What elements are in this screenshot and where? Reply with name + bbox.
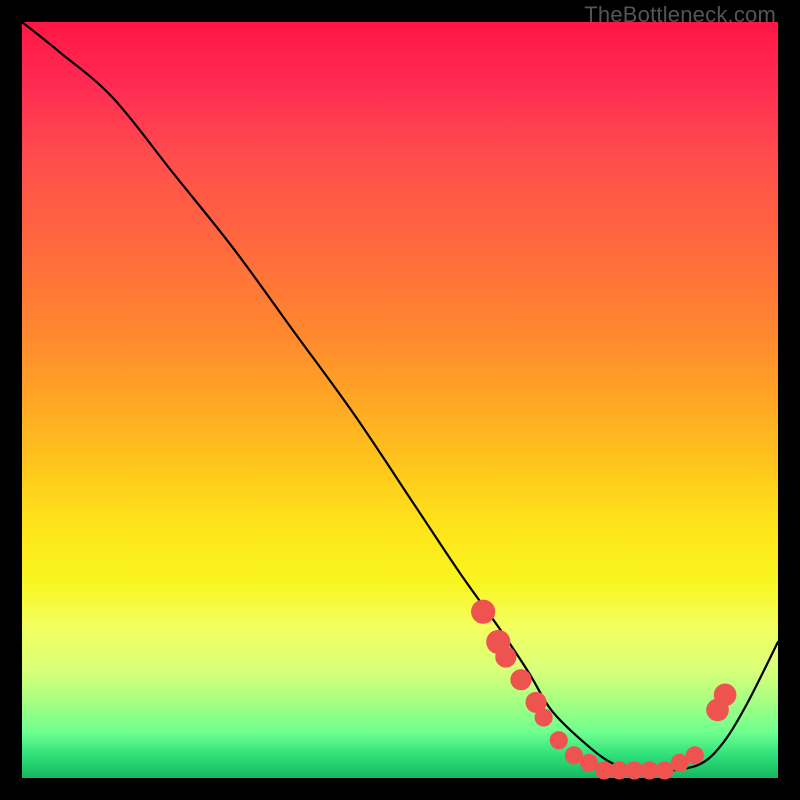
marker-dot	[714, 684, 737, 707]
marker-dots-group	[471, 600, 736, 780]
marker-dot	[535, 708, 553, 726]
plot-area	[22, 22, 778, 778]
marker-dot	[550, 731, 568, 749]
marker-dot	[686, 746, 704, 764]
curve-layer	[22, 22, 778, 778]
marker-dot	[510, 669, 531, 690]
bottleneck-curve	[22, 22, 778, 771]
marker-dot	[471, 600, 495, 624]
chart-frame: TheBottleneck.com	[0, 0, 800, 800]
marker-dot	[495, 646, 516, 667]
